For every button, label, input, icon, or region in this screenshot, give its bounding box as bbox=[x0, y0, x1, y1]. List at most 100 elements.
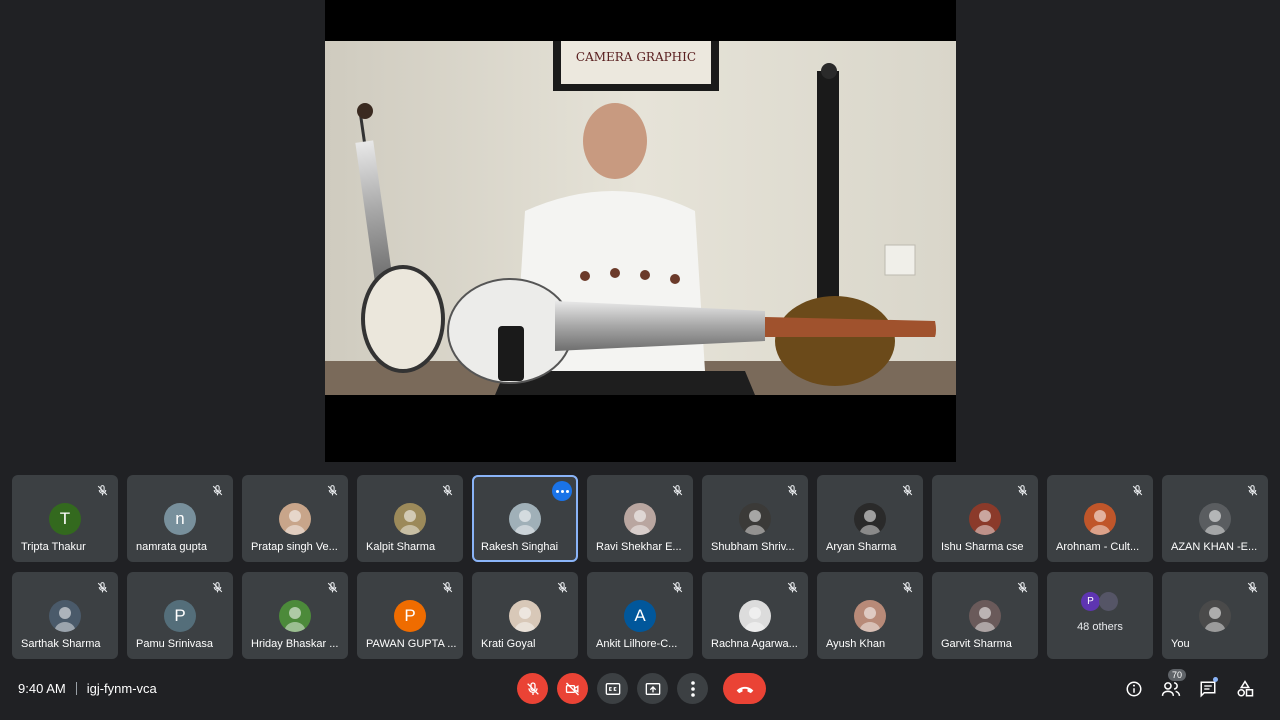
avatar bbox=[509, 503, 541, 535]
profile-photo bbox=[514, 510, 536, 535]
mic-off-icon bbox=[672, 485, 683, 496]
participant-tile[interactable]: A Ankit Lilhore-C... bbox=[587, 572, 693, 659]
participant-tile[interactable]: Arohnam - Cult... bbox=[1047, 475, 1153, 562]
participant-tile[interactable]: n namrata gupta bbox=[127, 475, 233, 562]
participant-tile[interactable]: Ishu Sharma cse bbox=[932, 475, 1038, 562]
avatar bbox=[854, 503, 886, 535]
people-button[interactable]: 70 bbox=[1158, 669, 1186, 703]
participant-tile[interactable]: Hriday Bhaskar ... bbox=[242, 572, 348, 659]
mic-off-icon bbox=[787, 582, 798, 593]
meeting-details: 9:40 AM igj-fynm-vca bbox=[18, 681, 157, 696]
call-controls bbox=[517, 673, 775, 704]
captions-button[interactable] bbox=[597, 673, 628, 704]
avatar bbox=[1084, 503, 1116, 535]
mic-off-icon bbox=[327, 582, 338, 593]
chat-icon bbox=[1200, 681, 1216, 698]
avatar: P bbox=[394, 600, 426, 632]
profile-photo bbox=[859, 510, 881, 535]
profile-photo bbox=[629, 510, 651, 535]
divider bbox=[75, 682, 77, 695]
mic-off-icon bbox=[442, 582, 453, 593]
avatar-initial: T bbox=[59, 509, 71, 528]
profile-photo bbox=[974, 607, 996, 632]
tile-options-button[interactable] bbox=[552, 481, 572, 501]
participant-tile[interactable]: Ayush Khan bbox=[817, 572, 923, 659]
participant-name: Pamu Srinivasa bbox=[136, 638, 214, 650]
avatar bbox=[49, 600, 81, 632]
participant-row-2: Sarthak Sharma P Pamu Srinivasa Hriday Bhas… bbox=[12, 572, 1268, 659]
participant-name: namrata gupta bbox=[136, 541, 207, 553]
leave-call-button[interactable] bbox=[723, 673, 766, 704]
participant-tile[interactable]: Aryan Sharma bbox=[817, 475, 923, 562]
participant-name: Shubham Shriv... bbox=[711, 541, 795, 553]
activities-button[interactable] bbox=[1232, 675, 1258, 703]
call-end-icon bbox=[736, 686, 753, 693]
people-count-badge: 70 bbox=[1167, 669, 1186, 681]
profile-photo bbox=[54, 607, 76, 632]
participant-tile[interactable]: Garvit Sharma bbox=[932, 572, 1038, 659]
self-tile[interactable]: You bbox=[1162, 572, 1268, 659]
mic-off-icon bbox=[1017, 485, 1028, 496]
toggle-camera-button[interactable] bbox=[557, 673, 588, 704]
participant-tile[interactable]: T Tripta Thakur bbox=[12, 475, 118, 562]
info-icon bbox=[1126, 681, 1142, 697]
participant-name: Ravi Shekhar E... bbox=[596, 541, 682, 553]
profile-photo bbox=[1204, 607, 1226, 632]
mic-off-icon bbox=[1017, 582, 1028, 593]
avatar bbox=[394, 503, 426, 535]
participant-tile[interactable]: Kalpit Sharma bbox=[357, 475, 463, 562]
participant-name: PAWAN GUPTA ... bbox=[366, 638, 457, 650]
participant-tile[interactable]: Ravi Shekhar E... bbox=[587, 475, 693, 562]
participant-tile[interactable]: P Pamu Srinivasa bbox=[127, 572, 233, 659]
present-now-button[interactable] bbox=[637, 673, 668, 704]
meeting-details-button[interactable] bbox=[1121, 675, 1147, 703]
profile-photo bbox=[1089, 510, 1111, 535]
bottom-bar: 9:40 AM igj-fynm-vca 70 bbox=[0, 668, 1280, 720]
videocam-off-icon bbox=[565, 682, 579, 695]
more-options-button[interactable] bbox=[677, 673, 708, 704]
avatar-initial: P bbox=[174, 606, 186, 625]
participant-tile[interactable]: Shubham Shriv... bbox=[702, 475, 808, 562]
profile-photo bbox=[744, 510, 766, 535]
others-tile[interactable]: P 48 others bbox=[1047, 572, 1153, 659]
avatar bbox=[279, 600, 311, 632]
participant-name: Krati Goyal bbox=[481, 638, 536, 650]
participant-tile[interactable]: Sarthak Sharma bbox=[12, 572, 118, 659]
avatar-initial: P bbox=[1081, 592, 1100, 611]
participant-tile[interactable]: AZAN KHAN -E... bbox=[1162, 475, 1268, 562]
self-name: You bbox=[1171, 638, 1190, 650]
mic-off-icon bbox=[97, 582, 108, 593]
others-avatars: P bbox=[1081, 592, 1121, 612]
presenter-video-scene: CAMERA GRAPHIC bbox=[325, 41, 956, 395]
avatar bbox=[854, 600, 886, 632]
avatar-initial: P bbox=[404, 606, 416, 625]
avatar: P bbox=[164, 600, 196, 632]
participant-name: AZAN KHAN -E... bbox=[1171, 541, 1258, 553]
main-video-stage[interactable]: CAMERA GRAPHIC bbox=[325, 0, 956, 462]
participant-tile[interactable]: Rachna Agarwa... bbox=[702, 572, 808, 659]
participant-tile[interactable]: Krati Goyal bbox=[472, 572, 578, 659]
participant-name: Tripta Thakur bbox=[21, 541, 86, 553]
chat-button[interactable] bbox=[1195, 675, 1221, 703]
avatar bbox=[279, 503, 311, 535]
mic-off-icon bbox=[557, 582, 568, 593]
people-icon bbox=[1161, 682, 1181, 696]
participant-name: Kalpit Sharma bbox=[366, 541, 436, 553]
participant-name: Pratap singh Ve... bbox=[251, 541, 338, 553]
mic-off-icon bbox=[442, 485, 453, 496]
mic-off-icon bbox=[1247, 582, 1258, 593]
mic-off-icon bbox=[902, 485, 913, 496]
avatar: A bbox=[624, 600, 656, 632]
avatar bbox=[1099, 592, 1118, 611]
mic-off-icon bbox=[97, 485, 108, 496]
participant-tile[interactable]: P PAWAN GUPTA ... bbox=[357, 572, 463, 659]
participant-tile[interactable]: Pratap singh Ve... bbox=[242, 475, 348, 562]
toggle-mic-button[interactable] bbox=[517, 673, 548, 704]
profile-photo bbox=[859, 607, 881, 632]
participant-tile[interactable]: Rakesh Singhai bbox=[472, 475, 578, 562]
participant-name: Aryan Sharma bbox=[826, 541, 897, 553]
profile-photo bbox=[744, 607, 766, 632]
participant-name: Arohnam - Cult... bbox=[1056, 541, 1140, 553]
present-screen-icon bbox=[645, 682, 660, 695]
avatar bbox=[624, 503, 656, 535]
